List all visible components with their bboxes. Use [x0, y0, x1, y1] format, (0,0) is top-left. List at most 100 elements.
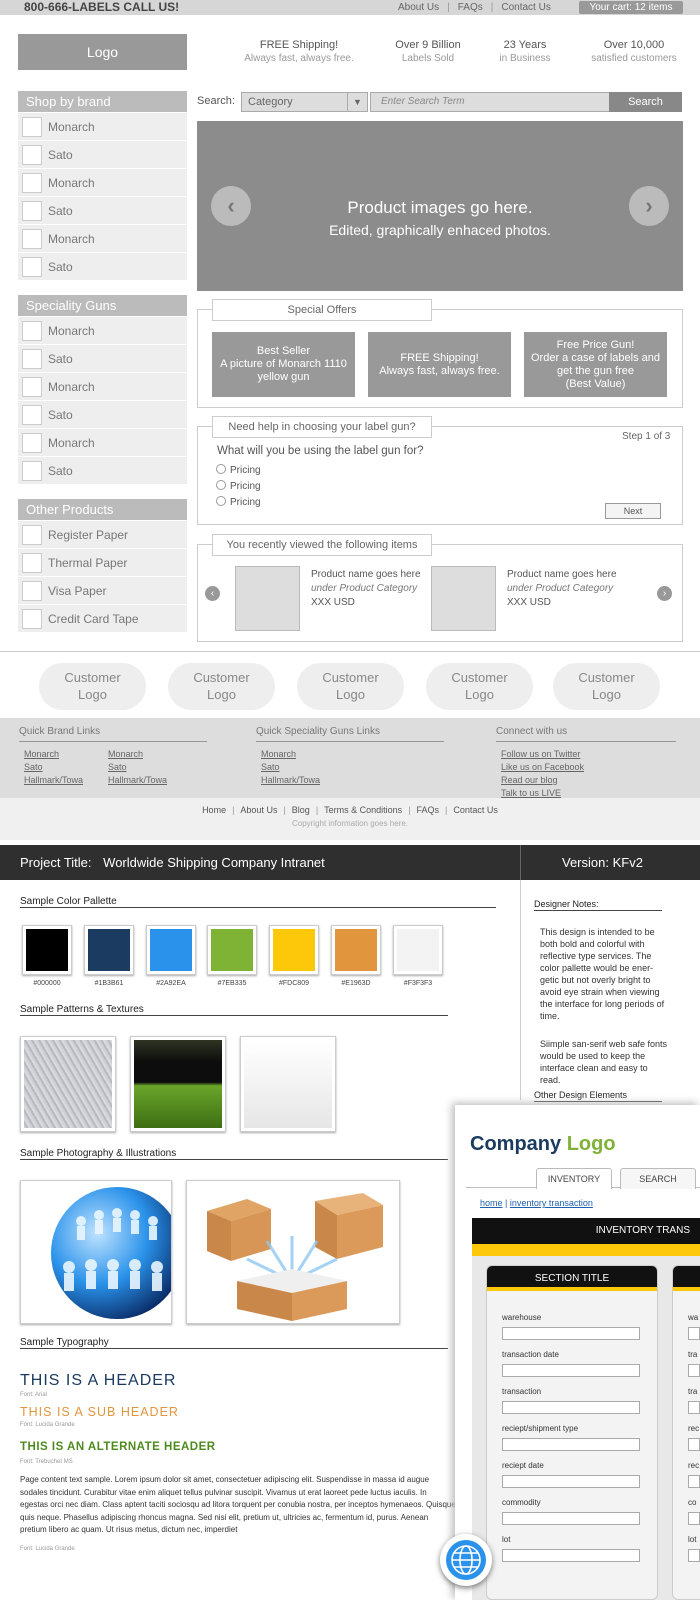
- checkbox[interactable]: [22, 553, 42, 573]
- warehouse-input[interactable]: [502, 1327, 640, 1340]
- footer-nav: Home | About Us | Blog | Terms & Conditions | FA…: [202, 805, 498, 815]
- field-label: transaction date: [502, 1350, 559, 1359]
- swatch-label: #7EB335: [217, 980, 247, 987]
- sidebar-item[interactable]: Credit Card Tape: [18, 604, 187, 632]
- checkbox[interactable]: [22, 229, 42, 249]
- checkbox[interactable]: [22, 173, 42, 193]
- sidebar-item[interactable]: Monarch: [18, 112, 187, 140]
- project-label: Project Title:: [20, 855, 92, 870]
- footer-links: Quick Brand Links Monarch Sato Hallmark/…: [0, 718, 700, 798]
- recent-title: You recently viewed the following items: [212, 534, 432, 556]
- sidebar-title: Shop by brand: [18, 91, 187, 112]
- sidebar-item[interactable]: Monarch: [18, 372, 187, 400]
- lot-input[interactable]: [502, 1549, 640, 1562]
- checkbox[interactable]: [22, 461, 42, 481]
- other-elements-title: Other Design Elements: [534, 1090, 628, 1100]
- checkbox[interactable]: [22, 609, 42, 629]
- checkbox[interactable]: [22, 405, 42, 425]
- customer-logo: Customer Logo: [297, 663, 404, 710]
- radio-option[interactable]: Pricing: [216, 479, 261, 495]
- boxes-illustration: [186, 1180, 400, 1324]
- tab-search[interactable]: SEARCH: [620, 1168, 696, 1189]
- shipment-type-input[interactable]: [502, 1438, 640, 1451]
- checkbox[interactable]: [22, 201, 42, 221]
- hero-text: Product images go here. Edited, graphica…: [329, 198, 551, 238]
- link-contact-us[interactable]: Contact Us: [501, 0, 550, 15]
- sidebar-item[interactable]: Sato: [18, 400, 187, 428]
- search-input[interactable]: Enter Search Term: [370, 92, 610, 112]
- field-label: lot: [502, 1535, 511, 1544]
- checkbox[interactable]: [22, 321, 42, 341]
- color-swatch: [22, 925, 72, 975]
- commodity-input[interactable]: [502, 1512, 640, 1525]
- footer-gun-links: Quick Speciality Guns Links Monarch Sato…: [256, 726, 444, 785]
- color-swatch: [84, 925, 134, 975]
- field-label: tra: [688, 1387, 698, 1396]
- sidebar-item[interactable]: Monarch: [18, 316, 187, 344]
- color-swatch: [146, 925, 196, 975]
- font-note: Font: Arial: [20, 1392, 48, 1398]
- stat-shipping: FREE Shipping! Always fast, always free.: [244, 39, 354, 64]
- sidebar-item[interactable]: Monarch: [18, 428, 187, 456]
- link-about-us[interactable]: About Us: [398, 0, 439, 15]
- sidebar-item[interactable]: Visa Paper: [18, 576, 187, 604]
- transaction-input[interactable]: [502, 1401, 640, 1414]
- company-logo[interactable]: Company Logo: [470, 1133, 616, 1156]
- reciept-date-input[interactable]: [502, 1475, 640, 1488]
- sidebar-item[interactable]: Sato: [18, 456, 187, 484]
- help-title: Need help in choosing your label gun?: [212, 416, 432, 438]
- next-button[interactable]: Next: [605, 503, 661, 519]
- chevron-left-icon[interactable]: ‹: [205, 586, 220, 601]
- top-links: About Us | FAQs | Contact Us: [398, 0, 551, 15]
- checkbox[interactable]: [22, 145, 42, 165]
- designer-notes-title: Designer Notes:: [534, 899, 599, 909]
- cart-button[interactable]: Your cart: 12 items: [579, 1, 683, 14]
- transaction-date-input[interactable]: [502, 1364, 640, 1377]
- sample-subheader: THIS IS A SUB HEADER: [20, 1405, 179, 1419]
- category-select[interactable]: Category ▼: [241, 92, 368, 112]
- site-logo[interactable]: Logo: [18, 34, 187, 70]
- sidebar-item[interactable]: Sato: [18, 252, 187, 280]
- offer-card[interactable]: Free Price Gun! Order a case of labels a…: [524, 332, 667, 397]
- checkbox[interactable]: [22, 433, 42, 453]
- sidebar-item[interactable]: Sato: [18, 140, 187, 168]
- pattern-white-gradient: [240, 1036, 336, 1132]
- checkbox[interactable]: [22, 581, 42, 601]
- checkbox[interactable]: [22, 257, 42, 277]
- customer-logo: Customer Logo: [39, 663, 146, 710]
- section-title: SECTION TITLE: [487, 1266, 657, 1291]
- hero-carousel: ‹ › Product images go here. Edited, grap…: [197, 121, 683, 291]
- search-button[interactable]: Search: [609, 92, 682, 112]
- sample-body-text: Page content text sample. Lorem ipsum do…: [20, 1475, 456, 1534]
- chevron-down-icon[interactable]: ▼: [347, 93, 367, 111]
- copyright: Copyright information goes here.: [291, 819, 409, 828]
- swatch-label: #1B3B61: [94, 980, 124, 987]
- inventory-bar-title: INVENTORY TRANS: [472, 1218, 700, 1244]
- sidebar-item[interactable]: Sato: [18, 196, 187, 224]
- sidebar-item[interactable]: Register Paper: [18, 520, 187, 548]
- product-thumbnail[interactable]: [235, 566, 300, 631]
- project-title: Worldwide Shipping Company Intranet: [103, 855, 325, 870]
- sidebar-item[interactable]: Monarch: [18, 224, 187, 252]
- product-thumbnail[interactable]: [431, 566, 496, 631]
- chevron-right-icon[interactable]: ›: [657, 586, 672, 601]
- offer-card[interactable]: Best Seller A picture of Monarch 1110 ye…: [212, 332, 355, 397]
- checkbox[interactable]: [22, 117, 42, 137]
- link-faqs[interactable]: FAQs: [458, 0, 483, 15]
- checkbox[interactable]: [22, 377, 42, 397]
- color-swatch: [207, 925, 257, 975]
- tab-inventory[interactable]: INVENTORY: [536, 1168, 612, 1189]
- checkbox[interactable]: [22, 525, 42, 545]
- offer-card[interactable]: FREE Shipping! Always fast, always free.: [368, 332, 511, 397]
- sidebar-item[interactable]: Monarch: [18, 168, 187, 196]
- special-offers-title: Special Offers: [212, 299, 432, 321]
- globe-icon[interactable]: [440, 1534, 492, 1586]
- palette-title: Sample Color Pallette: [20, 896, 117, 907]
- radio-option[interactable]: Pricing: [216, 463, 261, 479]
- radio-option[interactable]: Pricing: [216, 495, 261, 511]
- checkbox[interactable]: [22, 349, 42, 369]
- sidebar-item[interactable]: Thermal Paper: [18, 548, 187, 576]
- recent-item-info[interactable]: Product name goes here under Product Cat…: [311, 568, 421, 610]
- sidebar-item[interactable]: Sato: [18, 344, 187, 372]
- recent-item-info[interactable]: Product name goes here under Product Cat…: [507, 568, 617, 610]
